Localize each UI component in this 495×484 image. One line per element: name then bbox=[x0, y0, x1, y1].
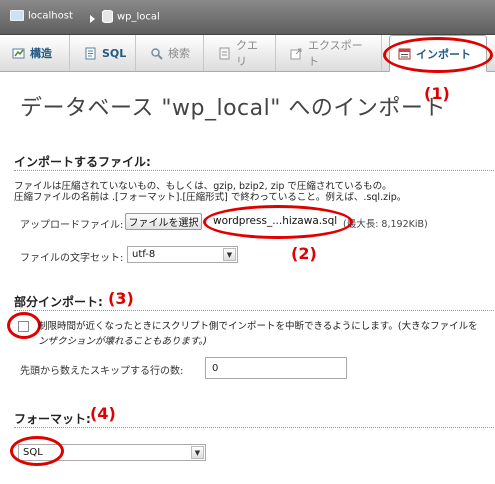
database-icon bbox=[102, 10, 113, 23]
query-icon bbox=[218, 47, 231, 60]
allow-interrupt-checkbox[interactable] bbox=[18, 321, 29, 332]
page-title: データベース "wp_local" へのインポート bbox=[20, 96, 446, 121]
sql-icon bbox=[84, 47, 97, 60]
annotation-3: (3) bbox=[108, 289, 134, 308]
file-help-line2: 圧縮ファイルの名前は .[フォーマット].[圧縮形式] で終わっていること。例え… bbox=[14, 192, 407, 203]
tab-query[interactable]: クエリ bbox=[210, 35, 276, 71]
annotation-4: (4) bbox=[90, 404, 116, 423]
tab-search[interactable]: 検索 bbox=[142, 35, 204, 71]
file-help-line1: ファイルは圧縮されていないもの、もしくは、gzip, bzip2, zip で圧… bbox=[14, 181, 392, 192]
tab-sql[interactable]: SQL bbox=[76, 35, 136, 71]
format-section-heading: フォーマット: bbox=[14, 412, 493, 428]
max-size-text: (最大長: 8,192KiB) bbox=[343, 219, 428, 230]
skip-rows-label: 先頭から数えたスキップする行の数: bbox=[20, 366, 184, 377]
charset-select[interactable]: utf-8 ▼ bbox=[127, 246, 238, 263]
tab-import[interactable]: インポート bbox=[389, 35, 487, 72]
breadcrumb-separator-icon bbox=[90, 15, 95, 23]
chosen-file-name: wordpress_...hizawa.sql bbox=[213, 215, 338, 227]
search-icon bbox=[150, 47, 163, 60]
import-icon bbox=[398, 47, 411, 60]
annotation-2: (2) bbox=[291, 244, 317, 263]
upload-label: アップロードファイル: bbox=[20, 220, 124, 231]
tab-bar: 構造 SQL 検索 クエリ エクスポート インポート bbox=[0, 35, 495, 72]
export-icon bbox=[290, 47, 303, 60]
tab-export[interactable]: エクスポート bbox=[282, 35, 382, 71]
format-select[interactable]: SQL ▼ bbox=[18, 444, 206, 461]
breadcrumb-server[interactable]: localhost bbox=[10, 10, 73, 22]
charset-label: ファイルの文字セット: bbox=[20, 253, 124, 264]
file-section-heading: インポートするファイル: bbox=[14, 155, 494, 171]
partial-section-heading: 部分インポート: bbox=[14, 295, 493, 311]
server-icon bbox=[10, 10, 24, 21]
chevron-down-icon: ▼ bbox=[191, 446, 204, 459]
choose-file-button[interactable]: ファイルを選択 bbox=[125, 213, 202, 230]
checkbox-label-line2: ンザクションが壊れることもあります。) bbox=[38, 336, 208, 347]
structure-icon bbox=[12, 47, 25, 60]
breadcrumb-database[interactable]: wp_local bbox=[102, 10, 160, 23]
skip-rows-input[interactable]: 0 bbox=[205, 357, 347, 379]
tab-structure[interactable]: 構造 bbox=[4, 35, 70, 71]
breadcrumb: localhost wp_local bbox=[0, 0, 495, 35]
chevron-down-icon: ▼ bbox=[223, 248, 236, 261]
checkbox-label-line1: 制限時間が近くなったときにスクリプト側でインポートを中断できるようにします。(大… bbox=[38, 321, 478, 332]
